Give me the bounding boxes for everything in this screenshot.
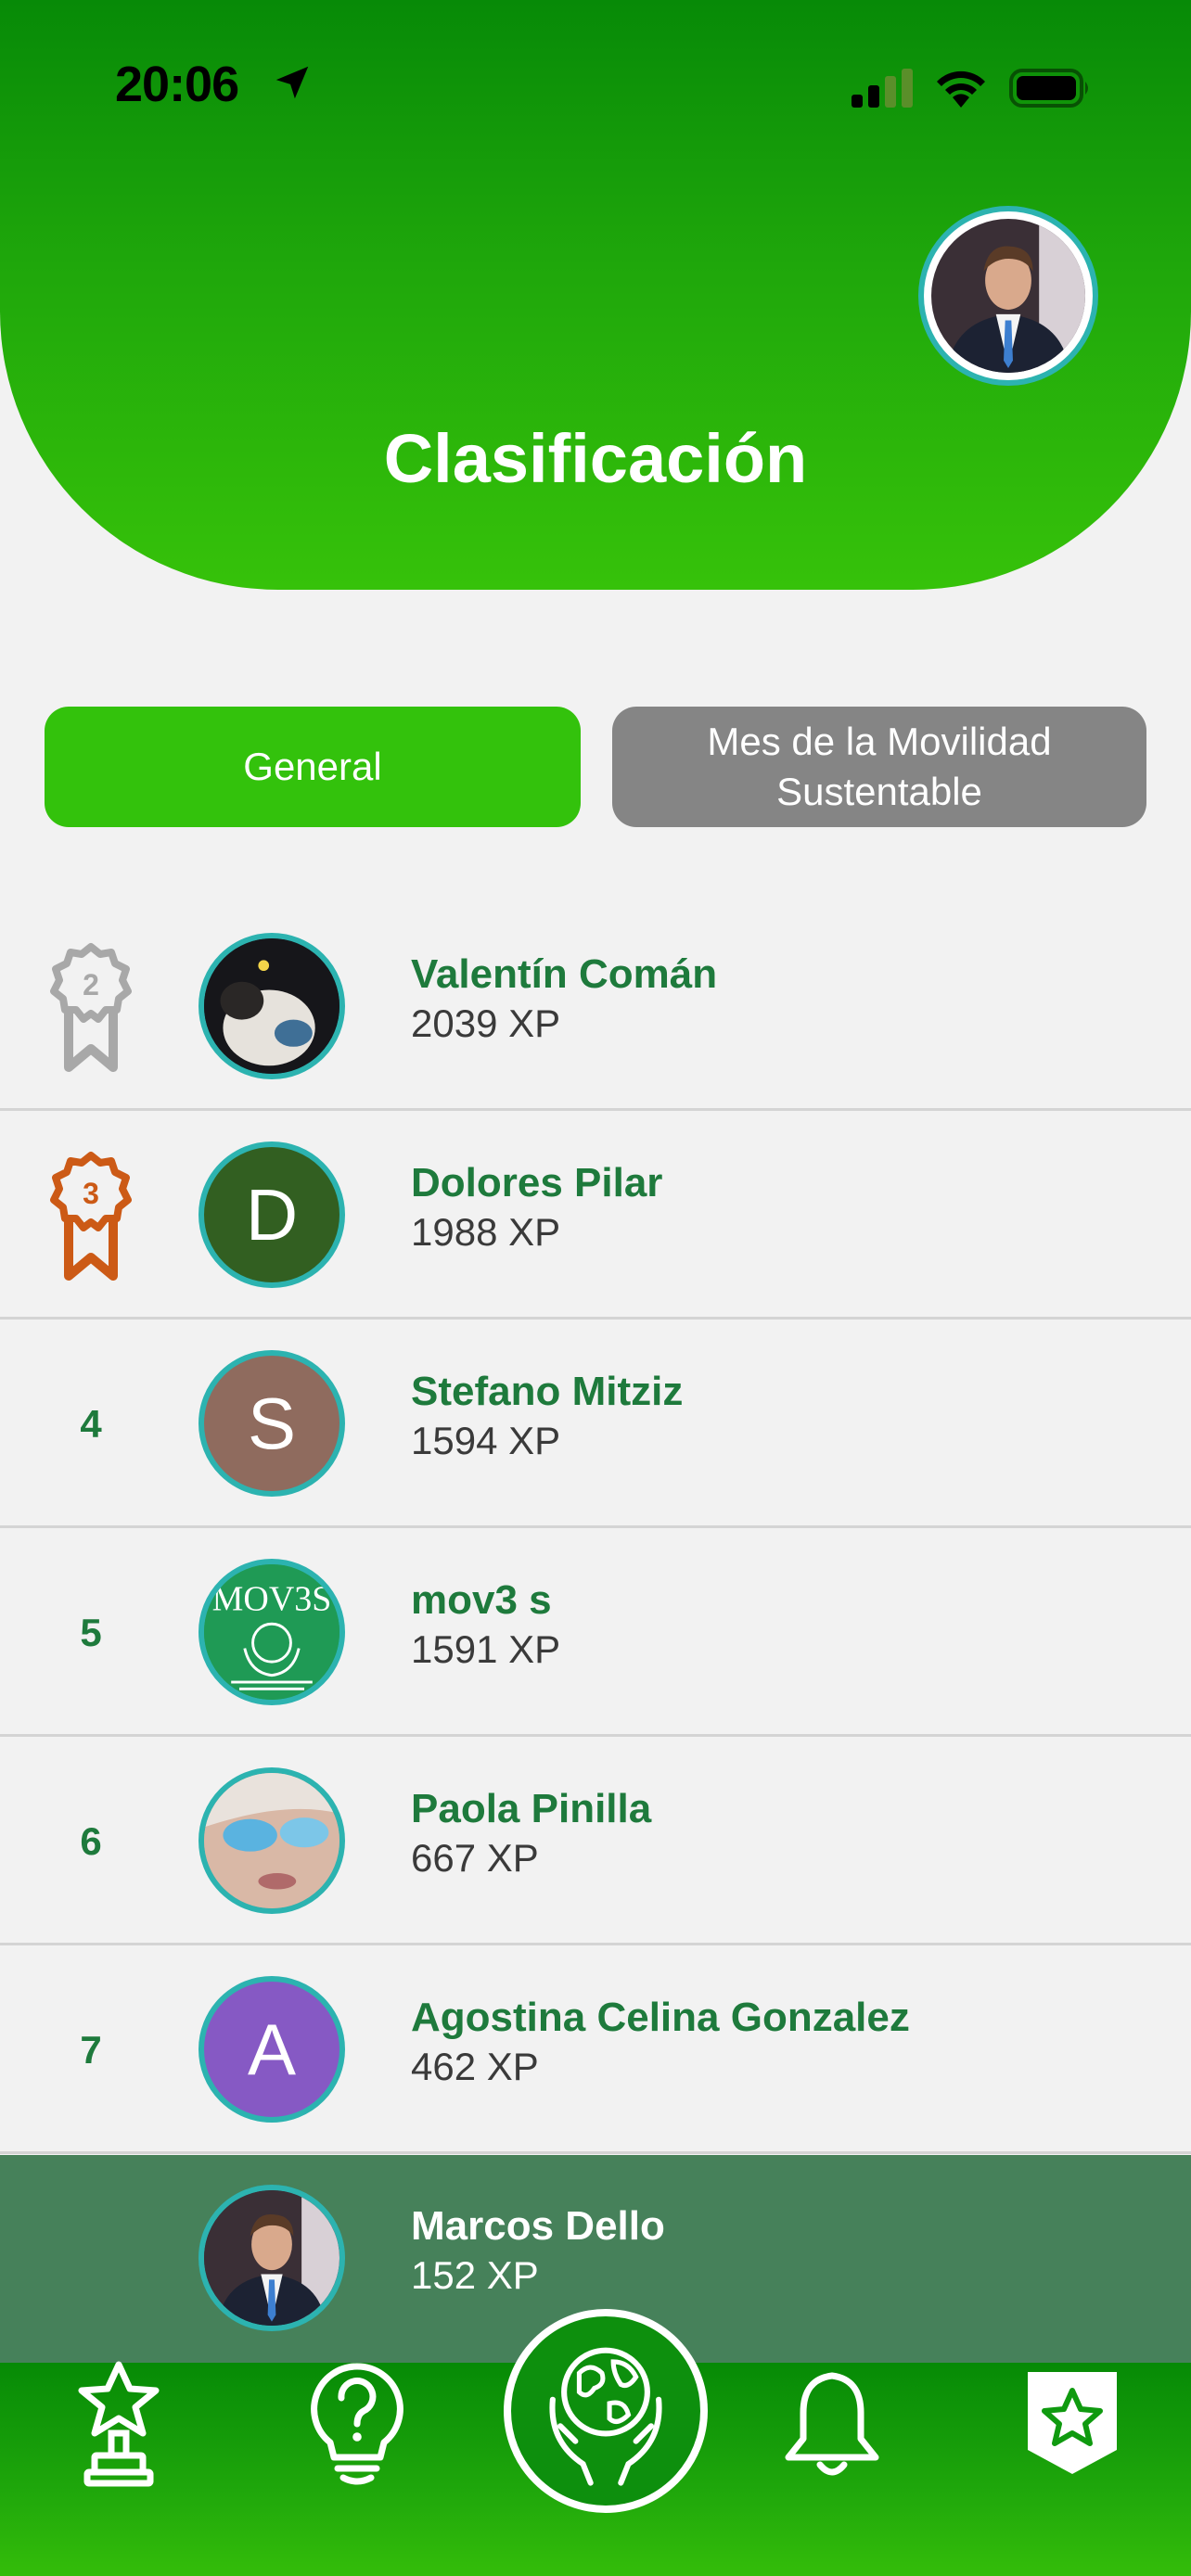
current-user-xp: 152 XP [411,2253,539,2297]
leaderboard-row[interactable]: 7 A Agostina Celina Gonzalez 462 XP [0,1946,1191,2154]
player-xp: 1988 XP [411,1210,561,1254]
leaderboard-row[interactable]: 2 Valentín Comán 2039 XP [0,903,1191,1111]
man-suit-photo [204,2190,339,2326]
player-xp: 462 XP [411,2045,539,2088]
avatar [198,933,345,1079]
earth-hands-button[interactable] [504,2309,708,2513]
current-user-name: Marcos Dello [411,2203,665,2249]
tab-mobility-month[interactable]: Mes de la Movilidad Sustentable [612,707,1146,827]
mov3s-logo: MOV3S [204,1564,339,1700]
player-name: Agostina Celina Gonzalez [411,1995,910,2040]
star-shield-icon[interactable] [1024,2368,1121,2478]
bronze-medal-rank: 3 [83,1177,99,1210]
man-suit-photo [931,219,1085,373]
avatar [198,1767,345,1914]
header: 20:06 Clasificación [0,0,1191,590]
svg-text:MOV3S: MOV3S [212,1580,332,1619]
rank-number: 6 [80,1819,102,1863]
avatar-initial: S [198,1350,345,1497]
pet-photo [204,938,339,1074]
leaderboard-row[interactable]: 5 MOV3S mov3 s 1591 XP [0,1529,1191,1737]
silver-medal-icon: 2 [37,903,145,1111]
player-name: mov3 s [411,1577,552,1623]
rank-number: 5 [80,1611,102,1654]
rank-number: 7 [80,2028,102,2072]
cellular-signal-icon [852,69,913,108]
player-xp: 1594 XP [411,1419,561,1462]
location-arrow-icon [275,66,309,99]
avatar-initial: D [198,1141,345,1288]
rank-number: 4 [80,1402,102,1446]
leaderboard-screen: 20:06 Clasificación General Mes de la Mo… [0,0,1191,2576]
bell-icon[interactable] [781,2368,883,2483]
earth-hands-icon [549,2347,662,2486]
avatar [198,2185,345,2331]
leaderboard-row[interactable]: 3 D Dolores Pilar 1988 XP [0,1112,1191,1320]
tab-mobility-month-label: Mes de la Movilidad Sustentable [707,720,1052,813]
player-name: Valentín Comán [411,951,718,997]
avatar-initial: A [198,1976,345,2123]
woman-sunglasses-photo [204,1773,339,1908]
profile-avatar[interactable] [918,206,1098,386]
silver-medal-rank: 2 [83,968,99,1001]
page-title: Clasificación [383,420,808,497]
trophy-icon[interactable] [72,2359,165,2489]
leaderboard-row[interactable]: 6 Paola Pinilla 667 XP [0,1738,1191,1945]
player-xp: 2039 XP [411,1001,561,1045]
player-name: Dolores Pilar [411,1160,663,1205]
status-time: 20:06 [115,57,239,112]
player-name: Paola Pinilla [411,1786,652,1831]
help-bulb-icon[interactable] [306,2361,408,2487]
player-name: Stefano Mitziz [411,1369,684,1414]
bronze-medal-icon: 3 [37,1112,145,1320]
battery-icon [1009,69,1088,108]
wifi-icon [937,70,985,108]
leaderboard-row[interactable]: 4 S Stefano Mitziz 1594 XP [0,1320,1191,1528]
avatar: MOV3S [198,1559,345,1705]
tab-general[interactable]: General [45,707,581,827]
player-xp: 1591 XP [411,1627,561,1671]
player-xp: 667 XP [411,1836,539,1880]
